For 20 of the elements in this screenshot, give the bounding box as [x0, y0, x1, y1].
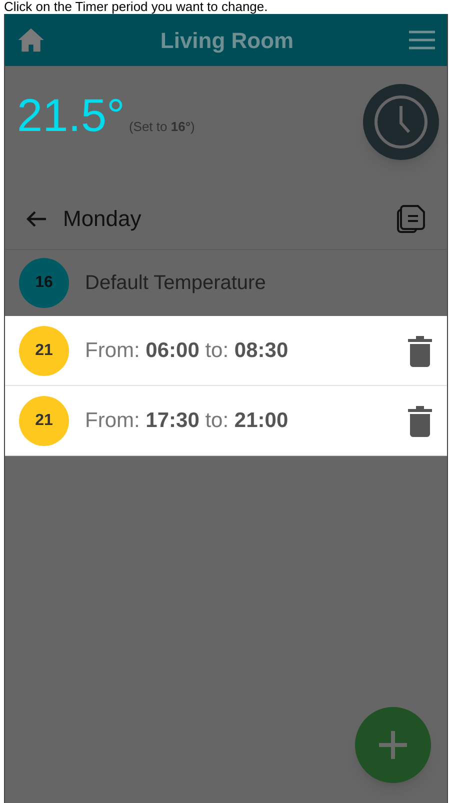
menu-icon[interactable] [409, 30, 435, 50]
trash-icon[interactable] [407, 334, 433, 366]
default-temperature-label: Default Temperature [85, 271, 266, 296]
back-arrow-icon[interactable] [25, 210, 47, 228]
temperature-badge: 21 [19, 326, 69, 376]
clock-icon [373, 94, 429, 150]
timer-row[interactable]: 21 From: 17:30 to: 21:00 [5, 386, 447, 456]
current-temperature: 21.5° [17, 92, 125, 138]
copy-icon[interactable] [395, 202, 427, 234]
temperature-badge: 21 [19, 396, 69, 446]
temperature-badge: 16 [19, 258, 69, 308]
room-title: Living Room [160, 26, 294, 55]
timer-row[interactable]: 21 From: 06:00 to: 08:30 [5, 316, 447, 386]
plus-icon [378, 730, 408, 760]
timer-period: From: 17:30 to: 21:00 [85, 408, 288, 434]
timer-period: From: 06:00 to: 08:30 [85, 338, 288, 364]
trash-icon[interactable] [407, 404, 433, 436]
caption: Click on the Timer period you want to change. [3, 0, 269, 14]
day-title: Monday [63, 205, 142, 233]
home-icon[interactable] [17, 27, 45, 53]
